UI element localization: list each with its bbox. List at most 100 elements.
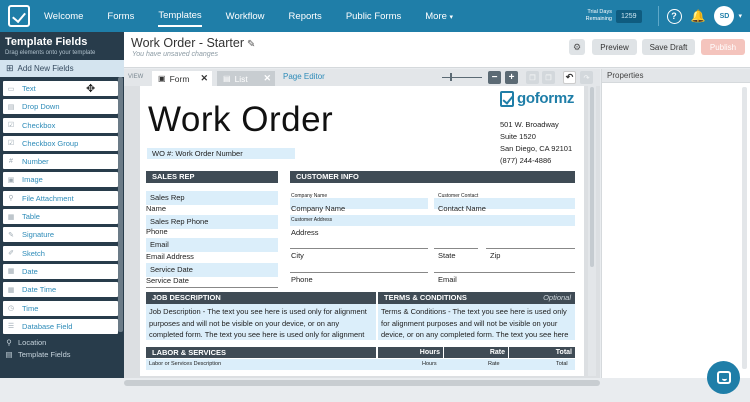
wo-number-field[interactable]: WO #: Work Order Number: [147, 148, 295, 159]
preview-button[interactable]: Preview: [592, 39, 637, 55]
field-type-signature[interactable]: ✎ Signature: [3, 227, 118, 243]
service-date-field[interactable]: Service Date: [146, 263, 278, 277]
city-underline: [290, 248, 428, 249]
zoom-slider-handle[interactable]: [450, 73, 452, 81]
number-icon: #: [9, 158, 13, 166]
field-type-label: Checkbox: [22, 120, 56, 130]
page-editor-link[interactable]: Page Editor: [283, 72, 325, 81]
field-type-checkbox-group[interactable]: ☑ Checkbox Group: [3, 135, 118, 151]
undo-icon[interactable]: ↶: [563, 71, 576, 84]
template-title[interactable]: Work Order - Starter ✎: [131, 36, 255, 50]
labor-services-section-header[interactable]: LABOR & SERVICES: [146, 347, 376, 358]
close-form-tab-icon[interactable]: ✕: [200, 73, 208, 84]
field-type-text[interactable]: ▭ Text: [3, 81, 118, 96]
panel-title: Template Fields: [5, 36, 88, 48]
zoom-in-icon[interactable]: +: [505, 71, 518, 84]
copy-icon[interactable]: ❐: [526, 71, 539, 84]
state-underline: [434, 248, 478, 249]
template-header: Work Order - Starter ✎ You have unsaved c…: [124, 32, 750, 68]
nav-more[interactable]: More ▾: [425, 7, 453, 26]
company-address[interactable]: 501 W. Broadway Suite 1520 San Diego, CA 9…: [500, 119, 572, 167]
field-type-date[interactable]: ▦ Date: [3, 263, 118, 279]
field-type-database-field[interactable]: ☰ Database Field: [3, 318, 118, 334]
phone-underline: [290, 272, 428, 273]
template-fields-link[interactable]: ▤ Template Fields: [0, 348, 124, 360]
nav-reports[interactable]: Reports: [289, 7, 322, 26]
redo-icon[interactable]: ↷: [580, 71, 593, 84]
email-field[interactable]: Email: [146, 238, 278, 252]
avatar[interactable]: SD: [714, 6, 735, 26]
panel-bottom-links: ⚲ Location ▤ Template Fields: [0, 336, 124, 360]
nav-workflow[interactable]: Workflow: [226, 7, 265, 26]
properties-panel: Properties: [601, 69, 750, 378]
trial-days-count: 1259: [615, 9, 642, 23]
field-type-number[interactable]: # Number: [3, 154, 118, 170]
field-type-image[interactable]: ▣ Image: [3, 172, 118, 188]
tab-list[interactable]: ▤ List ✕: [217, 71, 275, 86]
nav-forms[interactable]: Forms: [107, 7, 134, 26]
close-list-tab-icon[interactable]: ✕: [263, 73, 271, 84]
nav-templates[interactable]: Templates: [158, 6, 202, 27]
terms-conditions-field[interactable]: Terms & Conditions - The text you see he…: [378, 304, 575, 340]
horizontal-scrollbar[interactable]: [124, 380, 600, 386]
terms-section-header[interactable]: TERMS & CONDITIONS Optional: [378, 292, 575, 304]
field-type-time[interactable]: ◷ Time: [3, 300, 118, 316]
properties-title: Properties: [602, 69, 750, 83]
field-type-table[interactable]: ▦ Table: [3, 209, 118, 225]
field-type-file-attachment[interactable]: ⚲ File Attachment: [3, 190, 118, 206]
bell-icon[interactable]: 🔔: [691, 9, 706, 23]
nav-public-forms[interactable]: Public Forms: [346, 7, 401, 26]
question-circle-icon[interactable]: ?: [666, 8, 682, 24]
job-description-field[interactable]: Job Description - The text you see here …: [146, 304, 376, 340]
field-type-checkbox[interactable]: ☑ Checkbox: [3, 117, 118, 133]
goformz-logo-icon[interactable]: [8, 5, 30, 27]
hours-column-header[interactable]: Hours: [378, 347, 443, 358]
properties-scrollbar[interactable]: [742, 87, 747, 369]
chat-support-button[interactable]: [707, 361, 740, 394]
form-heading[interactable]: Work Order: [148, 100, 333, 140]
phone-label: Phone: [146, 227, 168, 236]
canvas-scrollbar-thumb[interactable]: [590, 87, 594, 267]
goformz-brand-logo[interactable]: goformz: [500, 90, 574, 107]
sales-rep-field[interactable]: Sales Rep: [146, 191, 278, 205]
nav-welcome[interactable]: Welcome: [44, 7, 83, 26]
goformz-logo-text: goformz: [517, 90, 575, 107]
add-new-fields-button[interactable]: ⊞ Add New Fields: [0, 60, 124, 77]
form-icon: ▣: [158, 74, 166, 83]
tab-form[interactable]: ▣ Form ✕: [152, 71, 212, 86]
field-type-label: Signature: [22, 230, 55, 240]
table-icon: ▦: [7, 213, 15, 221]
publish-button[interactable]: Publish: [701, 39, 745, 55]
zip-underline: [486, 248, 575, 249]
add-new-fields-label: Add New Fields: [17, 64, 74, 73]
name-label: Name: [146, 204, 167, 213]
field-type-drop-down[interactable]: ▤ Drop Down: [3, 99, 118, 115]
field-type-label: Text: [22, 84, 36, 93]
paste-icon[interactable]: ❐: [542, 71, 555, 84]
avatar-caret-icon[interactable]: ▾: [738, 12, 742, 20]
customer-info-section-header[interactable]: CUSTOMER INFO: [290, 171, 575, 183]
field-list-scrollbar[interactable]: [118, 77, 123, 332]
table-row[interactable]: Labor or Services Description Hours Rate…: [146, 359, 575, 370]
save-draft-button[interactable]: Save Draft: [642, 39, 695, 55]
job-description-section-header[interactable]: JOB DESCRIPTION: [146, 292, 376, 304]
total-column-header[interactable]: Total: [509, 347, 575, 358]
email-address-label: Email Address: [146, 252, 194, 261]
customer-address-field[interactable]: [290, 215, 575, 226]
dropdown-icon: ▤: [7, 103, 15, 111]
text-field-icon: ▭: [7, 85, 15, 93]
rate-column-header[interactable]: Rate: [444, 347, 508, 358]
pencil-icon[interactable]: ✎: [247, 39, 255, 50]
gear-icon[interactable]: ⚙: [569, 39, 585, 55]
contact-name-label: Contact Name: [438, 204, 486, 213]
location-field-item[interactable]: ⚲ Location: [0, 336, 124, 348]
sales-rep-section-header[interactable]: SALES REP: [146, 171, 278, 183]
field-type-date-time[interactable]: ▦ Date Time: [3, 282, 118, 298]
zoom-slider-track[interactable]: [442, 77, 482, 78]
zoom-out-icon[interactable]: −: [488, 71, 501, 84]
optional-label: Optional: [543, 293, 571, 302]
list-icon: ▤: [5, 349, 13, 359]
move-cursor-icon: ✥: [86, 83, 96, 95]
field-type-label: Database Field: [22, 321, 73, 331]
field-type-sketch[interactable]: ✐ Sketch: [3, 245, 118, 261]
